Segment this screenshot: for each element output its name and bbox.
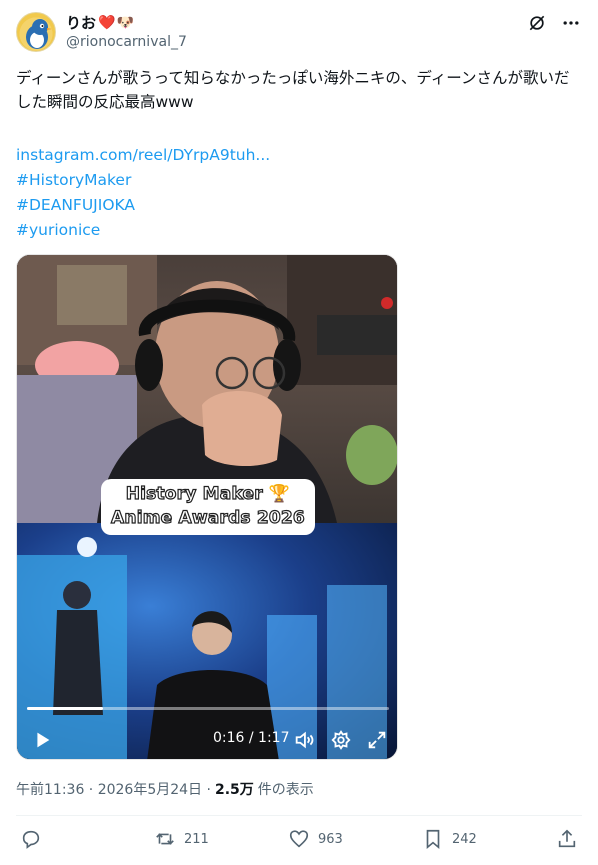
avatar[interactable] [16, 12, 56, 52]
like-count: 963 [318, 831, 343, 847]
bookmark-count: 242 [452, 831, 477, 847]
like-button[interactable]: 963 [288, 828, 343, 850]
video-controls: 0:16 / 1:17 [17, 725, 397, 753]
tweet-actions: 211 963 242 [16, 828, 582, 854]
instagram-link[interactable]: instagram.com/reel/DYrpA9tuh... [16, 143, 270, 168]
penguin-avatar-icon [26, 19, 52, 49]
reply-button[interactable] [20, 828, 50, 850]
bookmark-icon [426, 829, 440, 850]
grok-icon[interactable] [526, 12, 548, 34]
bookmark-button[interactable]: 242 [422, 828, 477, 850]
hashtag-yurionice[interactable]: #yurionice [16, 218, 270, 243]
retweet-icon [156, 833, 174, 845]
more-icon[interactable] [560, 12, 582, 34]
user-names: りお ❤️🐶 @rionocarnival_7 [66, 13, 187, 52]
hashtag-historymaker[interactable]: #HistoryMaker [16, 168, 270, 193]
display-name[interactable]: りお ❤️🐶 [66, 13, 187, 33]
tweet-text: ディーンさんが歌うって知らなかったっぽい海外ニキの、ディーンさんが歌いだした瞬間… [16, 69, 570, 111]
tweet-header: りお ❤️🐶 @rionocarnival_7 [16, 12, 582, 52]
heart-icon [289, 830, 309, 848]
overlay-line-1: History Maker 🏆 [125, 483, 291, 504]
retweet-button[interactable]: 211 [154, 828, 209, 850]
reply-icon [22, 830, 40, 849]
settings-icon[interactable] [330, 729, 352, 751]
tweet-meta: 午前11:36 · 2026年5月24日 · 2.5万 件の表示 [16, 779, 314, 799]
play-icon[interactable] [31, 729, 51, 749]
share-button[interactable] [556, 828, 578, 850]
name-emojis: ❤️🐶 [98, 15, 135, 31]
tweet-links: instagram.com/reel/DYrpA9tuh... #History… [16, 143, 270, 243]
video-progress-bar[interactable] [27, 707, 389, 710]
video-overlay-caption: History Maker 🏆 Anime Awards 2026 [101, 479, 315, 535]
timestamp[interactable]: 午前11:36 · 2026年5月24日 · [16, 779, 211, 799]
header-actions [526, 12, 582, 34]
share-icon [558, 829, 576, 848]
video-player[interactable]: History Maker 🏆 Anime Awards 2026 0:16 /… [16, 254, 398, 760]
views-count: 2.5万 [214, 782, 254, 798]
hashtag-deanfujioka[interactable]: #DEANFUJIOKA [16, 193, 270, 218]
divider [16, 815, 582, 816]
overlay-line-2: Anime Awards 2026 [110, 507, 305, 528]
video-time: 0:16 / 1:17 [213, 730, 290, 746]
retweet-count: 211 [184, 831, 209, 847]
views-label: 件の表示 [257, 782, 314, 798]
fullscreen-icon[interactable] [366, 729, 388, 751]
user-handle[interactable]: @rionocarnival_7 [66, 33, 187, 52]
volume-icon[interactable] [293, 729, 315, 751]
video-progress-fill [27, 707, 104, 710]
display-name-text[interactable]: りお [66, 13, 96, 33]
